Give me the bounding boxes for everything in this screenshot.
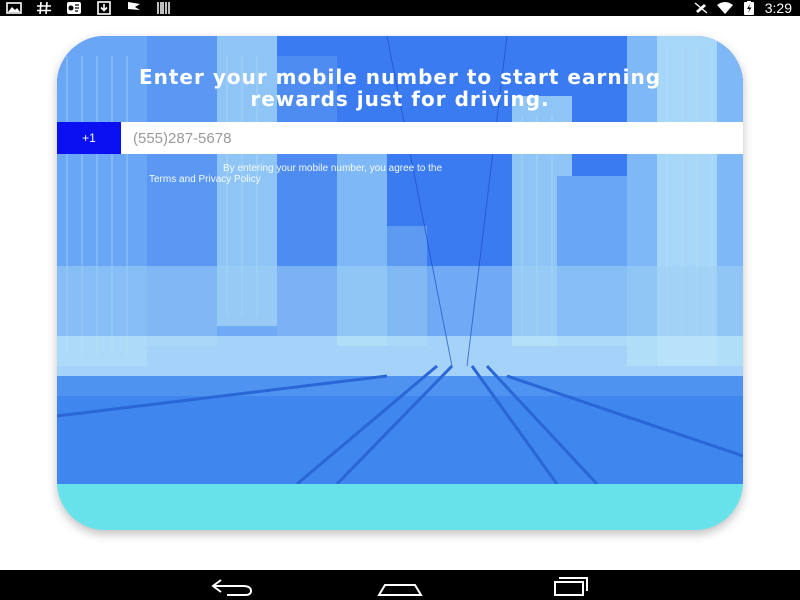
wifi-icon xyxy=(716,2,733,14)
terms-link[interactable]: Terms xyxy=(149,174,176,185)
headline-line-1: Enter your mobile number to start earnin… xyxy=(138,65,662,89)
phone-entry-row: +1 xyxy=(57,122,743,154)
battery-icon xyxy=(743,1,754,15)
country-code-button[interactable]: +1 xyxy=(57,122,121,154)
photo-icon xyxy=(6,2,22,14)
clock: 3:29 xyxy=(764,0,792,16)
headline: Enter your mobile number to start earnin… xyxy=(57,66,743,110)
back-icon[interactable] xyxy=(207,575,257,597)
privacy-policy-link[interactable]: Privacy Policy xyxy=(198,174,260,185)
signup-card: Enter your mobile number to start earnin… xyxy=(57,36,743,530)
download-icon xyxy=(97,1,111,15)
hero-image: Enter your mobile number to start earnin… xyxy=(57,36,743,484)
flag-icon xyxy=(128,2,140,14)
terms-text: By entering your mobile number, you agre… xyxy=(223,163,443,174)
phone-number-input[interactable] xyxy=(121,122,743,154)
terms-notice: By entering your mobile number, you agre… xyxy=(149,163,669,185)
navigation-bar xyxy=(0,570,800,600)
home-icon[interactable] xyxy=(375,575,425,597)
status-bar: 3:29 xyxy=(0,0,800,16)
headline-line-2: rewards just for driving. xyxy=(250,87,550,111)
terms-and-text: and xyxy=(179,174,196,185)
cast-icon xyxy=(67,2,81,14)
mute-icon xyxy=(694,2,708,14)
recents-icon[interactable] xyxy=(545,575,595,597)
hash-icon xyxy=(37,1,51,15)
barcode-icon xyxy=(157,2,170,14)
